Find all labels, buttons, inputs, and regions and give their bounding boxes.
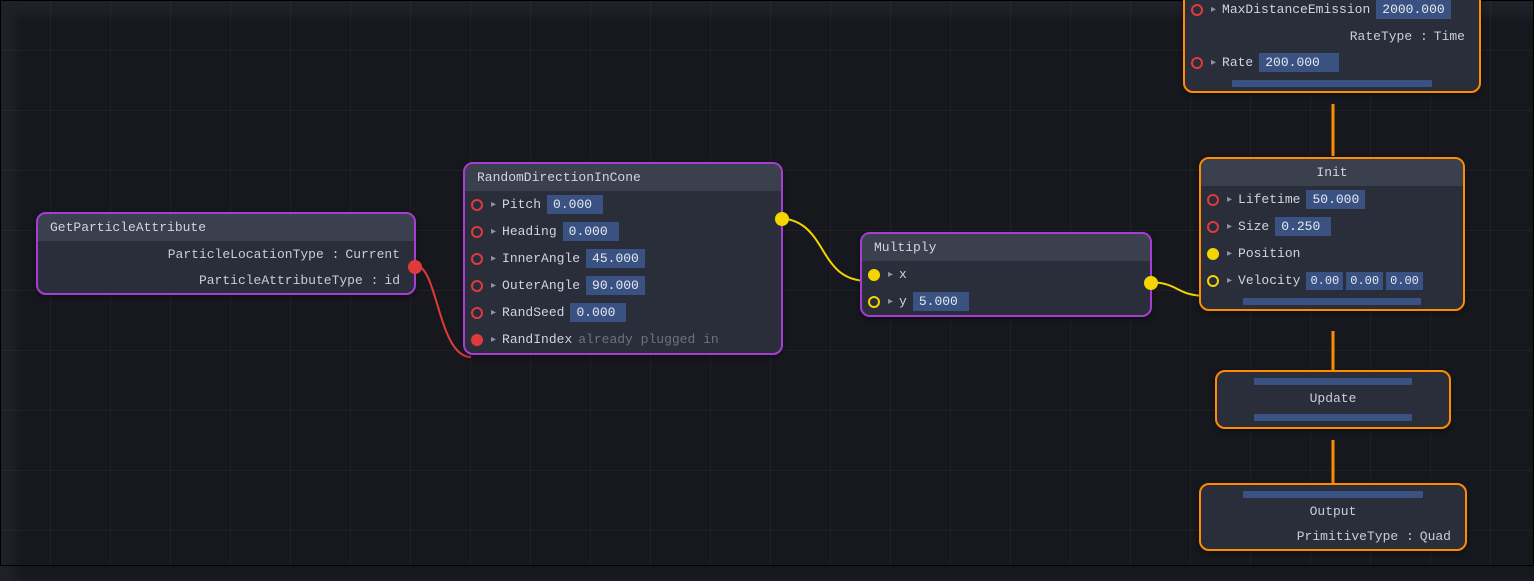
input-heading[interactable]: ▸ Heading 0.000 [465,218,781,245]
port-in[interactable] [1207,275,1219,287]
node-title: Update [1217,389,1449,410]
drop-zone-handle[interactable] [1243,298,1421,305]
prop-particle-attribute-type: ParticleAttributeType id [38,267,414,293]
port-in[interactable] [1207,221,1219,233]
node-graph-canvas[interactable]: GetParticleAttribute ParticleLocationTyp… [0,0,1534,566]
input-outer-angle[interactable]: ▸ OuterAngle 90.000 [465,272,781,299]
node-get-particle-attribute[interactable]: GetParticleAttribute ParticleLocationTyp… [36,212,416,295]
port-in[interactable] [1207,194,1219,206]
port-in[interactable] [471,307,483,319]
input-velocity[interactable]: ▸ Velocity 0.00 0.00 0.00 [1201,267,1463,294]
node-title: Output [1201,502,1465,523]
input-position[interactable]: ▸ Position [1201,240,1463,267]
input-rand-seed[interactable]: ▸ RandSeed 0.000 [465,299,781,326]
port-in[interactable] [471,253,483,265]
port-in-connected[interactable] [471,334,483,346]
node-emitter[interactable]: ▸ MaxDistanceEmission 2000.000 RateType … [1183,0,1481,93]
input-lifetime[interactable]: ▸ Lifetime 50.000 [1201,186,1463,213]
velocity-vec3[interactable]: 0.00 0.00 0.00 [1306,272,1422,290]
node-title: GetParticleAttribute [38,214,414,241]
node-multiply[interactable]: Multiply ▸ x ▸ y 5.000 [860,232,1152,317]
input-inner-angle[interactable]: ▸ InnerAngle 45.000 [465,245,781,272]
prop-particle-location-type: ParticleLocationType Current [38,241,414,267]
input-rand-index[interactable]: ▸ RandIndex already plugged in [465,326,781,353]
node-output[interactable]: Output PrimitiveType Quad [1199,483,1467,551]
node-init[interactable]: Init ▸ Lifetime 50.000 ▸ Size 0.250 ▸ Po… [1199,157,1465,311]
node-title: RandomDirectionInCone [465,164,781,191]
input-pitch[interactable]: ▸ Pitch 0.000 [465,191,781,218]
node-title: Init [1201,159,1463,186]
port-in-connected[interactable] [868,269,880,281]
input-max-distance-emission[interactable]: ▸ MaxDistanceEmission 2000.000 [1185,0,1479,23]
node-update[interactable]: Update [1215,370,1451,429]
drop-zone-handle[interactable] [1254,414,1412,421]
prop-rate-type: RateType Time [1185,23,1479,49]
output-port[interactable] [775,212,789,226]
input-y[interactable]: ▸ y 5.000 [862,288,1150,315]
input-size[interactable]: ▸ Size 0.250 [1201,213,1463,240]
drop-zone-handle[interactable] [1243,491,1423,498]
port-in[interactable] [471,226,483,238]
drop-zone-handle[interactable] [1254,378,1412,385]
drop-zone-handle[interactable] [1232,80,1432,87]
port-in[interactable] [1191,57,1203,69]
node-random-direction-in-cone[interactable]: RandomDirectionInCone ▸ Pitch 0.000 ▸ He… [463,162,783,355]
port-in[interactable] [868,296,880,308]
port-in-connected[interactable] [1207,248,1219,260]
port-in[interactable] [471,199,483,211]
input-x[interactable]: ▸ x [862,261,1150,288]
node-title: Multiply [862,234,1150,261]
prop-primitive-type: PrimitiveType Quad [1201,523,1465,549]
port-in[interactable] [471,280,483,292]
output-port[interactable] [408,260,422,274]
port-in[interactable] [1191,4,1203,16]
output-port[interactable] [1144,276,1158,290]
input-rate[interactable]: ▸ Rate 200.000 [1185,49,1479,76]
